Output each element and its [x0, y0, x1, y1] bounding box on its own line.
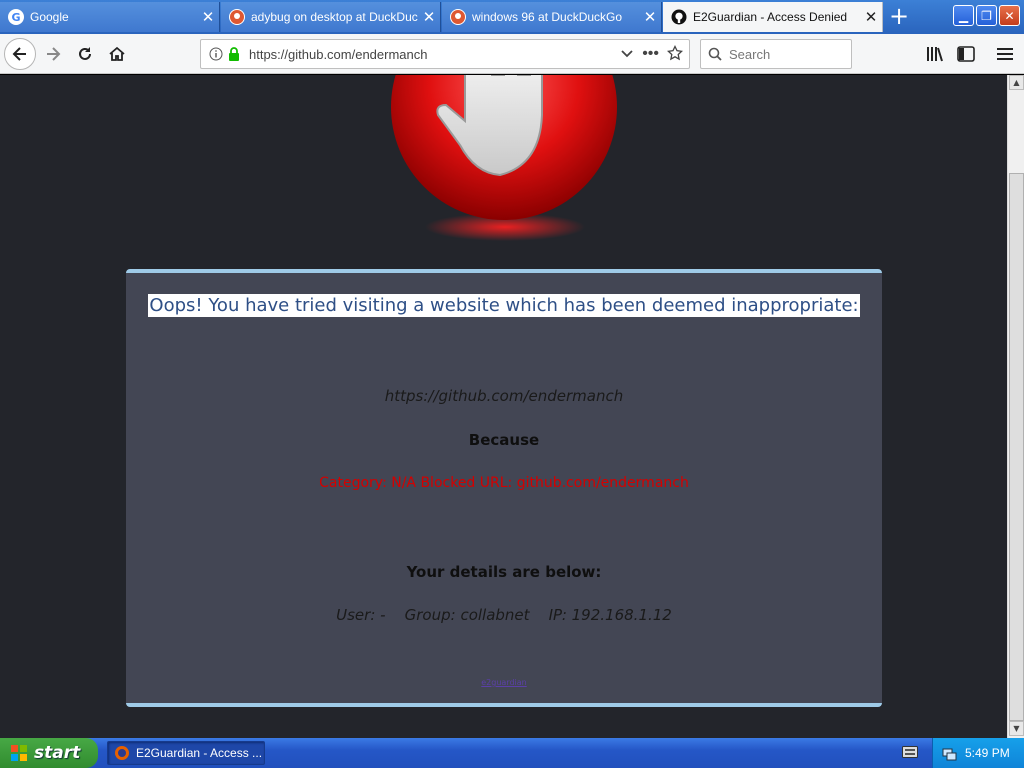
library-icon: [927, 47, 943, 62]
clock[interactable]: 5:49 PM: [965, 746, 1010, 760]
info-icon[interactable]: [207, 47, 225, 61]
network-icon[interactable]: [941, 745, 957, 761]
chevron-down-icon[interactable]: [620, 46, 634, 63]
sidebar-button[interactable]: [951, 39, 981, 69]
close-window-button[interactable]: ✕: [999, 5, 1020, 26]
taskbar-item-firefox[interactable]: E2Guardian - Access ...: [107, 741, 265, 765]
user-details: User: - Group: collabnet IP: 192.168.1.1…: [336, 606, 672, 624]
tab-title: E2Guardian - Access Denied: [693, 10, 848, 24]
home-icon: [109, 46, 125, 61]
page-viewport: Oops! You have tried visiting a website …: [0, 75, 1007, 738]
details-heading: Your details are below:: [406, 563, 602, 581]
start-label: start: [34, 743, 81, 763]
search-bar[interactable]: Search: [700, 39, 852, 69]
close-icon[interactable]: ✕: [639, 8, 661, 26]
tab-e2guardian[interactable]: E2Guardian - Access Denied ✕: [663, 2, 883, 32]
restore-button[interactable]: ❐: [976, 5, 997, 26]
blocked-url: https://github.com/endermanch: [384, 387, 624, 405]
address-bar[interactable]: https://github.com/endermanch •••: [200, 39, 690, 69]
duckduckgo-icon: [229, 9, 245, 25]
system-tray: 5:49 PM: [932, 738, 1024, 768]
page-headline: Oops! You have tried visiting a website …: [126, 294, 882, 317]
taskbar: start E2Guardian - Access ... 5:49 PM: [0, 738, 1024, 768]
google-g-icon: G: [8, 9, 24, 25]
windows-flag-icon: [10, 744, 28, 762]
close-icon[interactable]: ✕: [197, 8, 219, 26]
e2guardian-link[interactable]: e2guardian: [126, 678, 882, 687]
tab-duckduckgo-adybug[interactable]: adybug on desktop at DuckDuckG ✕: [221, 2, 441, 32]
svg-text:G: G: [11, 11, 20, 24]
because-label: Because: [468, 431, 540, 449]
stop-hand-icon: [391, 75, 617, 241]
navigation-toolbar: https://github.com/endermanch ••• Search: [0, 34, 1024, 74]
minimize-button[interactable]: ▁: [953, 5, 974, 26]
close-icon[interactable]: ✕: [418, 8, 440, 26]
tab-duckduckgo-windows96[interactable]: windows 96 at DuckDuckGo ✕: [442, 2, 662, 32]
new-tab-button[interactable]: +: [884, 4, 914, 30]
bookmark-star-icon[interactable]: [666, 44, 684, 64]
url-text[interactable]: https://github.com/endermanch: [249, 47, 620, 62]
back-button[interactable]: [4, 38, 36, 70]
block-reason: Category: N/A Blocked URL: github.com/en…: [319, 475, 689, 491]
github-icon: [671, 9, 687, 25]
task-label: E2Guardian - Access ...: [136, 746, 263, 760]
start-button[interactable]: start: [0, 738, 98, 768]
lock-icon[interactable]: [225, 47, 243, 61]
hamburger-menu-icon: [997, 48, 1013, 60]
library-button[interactable]: [920, 39, 950, 69]
close-icon[interactable]: ✕: [860, 8, 882, 26]
home-button[interactable]: [102, 39, 132, 69]
tab-strip: G Google ✕ adybug on desktop at DuckDuck…: [0, 0, 1024, 34]
sidebar-icon: [957, 46, 975, 62]
firefox-icon: [114, 745, 130, 761]
search-icon: [701, 47, 729, 61]
forward-arrow-icon: [47, 47, 61, 61]
tab-google[interactable]: G Google ✕: [0, 2, 220, 32]
scroll-up-arrow-icon[interactable]: ▲: [1009, 75, 1024, 90]
menu-button[interactable]: [990, 39, 1020, 69]
forward-button[interactable]: [38, 39, 68, 69]
tab-title: Google: [30, 10, 69, 24]
vertical-scrollbar[interactable]: ▲ ▼: [1007, 75, 1024, 738]
access-denied-panel: Oops! You have tried visiting a website …: [126, 269, 882, 707]
search-input[interactable]: Search: [729, 47, 770, 62]
tab-title: adybug on desktop at DuckDuckG: [251, 10, 418, 24]
window-controls: ▁ ❐ ✕: [953, 5, 1020, 26]
back-arrow-icon: [12, 47, 26, 61]
duckduckgo-icon: [450, 9, 466, 25]
scroll-thumb[interactable]: [1009, 173, 1024, 721]
headline-text: Oops! You have tried visiting a website …: [148, 294, 860, 317]
keyboard-icon[interactable]: [902, 746, 918, 758]
reload-button[interactable]: [70, 39, 100, 69]
page-actions-icon[interactable]: •••: [642, 45, 659, 63]
scroll-down-arrow-icon[interactable]: ▼: [1009, 721, 1024, 736]
reload-icon: [79, 47, 91, 60]
tab-title: windows 96 at DuckDuckGo: [472, 10, 623, 24]
